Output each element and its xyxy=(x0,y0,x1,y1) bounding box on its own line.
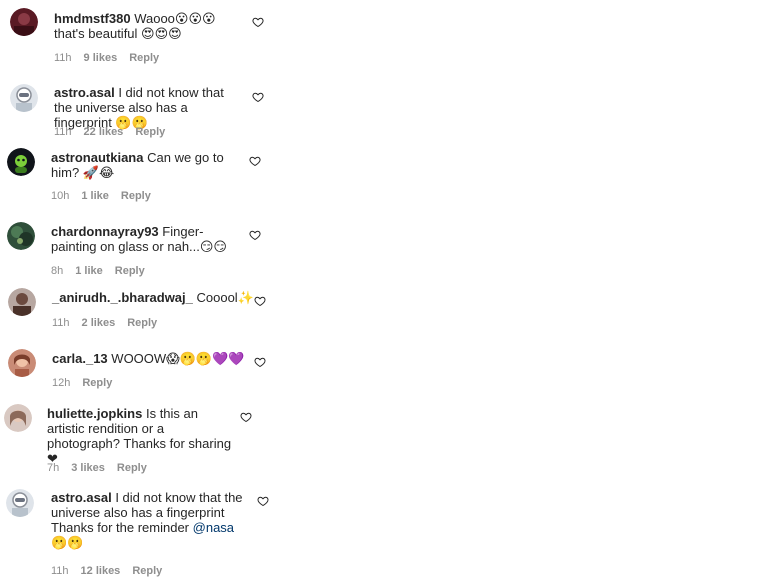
comment-body: huliette.jopkins Is this an artistic ren… xyxy=(47,406,232,466)
comment-text: WOOOW😱🫢🫢💜💜 xyxy=(111,351,245,366)
reply-button[interactable]: Reply xyxy=(117,462,147,475)
avatar[interactable] xyxy=(8,288,36,316)
comment-body: astro.asal I did not know that the unive… xyxy=(54,85,244,130)
avatar[interactable] xyxy=(6,489,34,517)
comment-likes[interactable]: 2 likes xyxy=(82,317,116,330)
heart-outline-icon[interactable] xyxy=(254,356,266,368)
reply-button[interactable]: Reply xyxy=(82,377,112,390)
comment-meta: 8h 1 like Reply xyxy=(51,265,145,278)
comment-likes[interactable]: 1 like xyxy=(81,190,109,203)
comment-body: carla._13 WOOOW😱🫢🫢💜💜 xyxy=(52,351,262,366)
comment-time: 10h xyxy=(51,190,70,202)
comment-meta: 11h 12 likes Reply xyxy=(51,565,162,578)
reply-button[interactable]: Reply xyxy=(132,565,162,578)
comment-meta: 11h 9 likes Reply xyxy=(54,52,159,65)
comment-username[interactable]: astronautkiana xyxy=(51,150,143,165)
comment-body: astro.asal I did not know that the unive… xyxy=(51,490,246,550)
comment-username[interactable]: astro.asal xyxy=(54,85,115,100)
avatar[interactable] xyxy=(8,349,36,377)
reply-button[interactable]: Reply xyxy=(121,190,151,203)
avatar[interactable] xyxy=(7,148,35,176)
comment-username[interactable]: huliette.jopkins xyxy=(47,406,142,421)
comment-time: 11h xyxy=(51,565,69,577)
comment-username[interactable]: chardonnayray93 xyxy=(51,224,159,239)
comment-likes[interactable]: 9 likes xyxy=(84,52,118,65)
comment-time: 12h xyxy=(52,377,71,389)
comment-likes[interactable]: 12 likes xyxy=(81,565,121,578)
heart-outline-icon[interactable] xyxy=(257,495,269,507)
reply-button[interactable]: Reply xyxy=(115,265,145,278)
reply-button[interactable]: Reply xyxy=(129,52,159,65)
comment-time: 11h xyxy=(52,317,70,329)
comment-username[interactable]: hmdmstf380 xyxy=(54,11,131,26)
comment-time: 8h xyxy=(51,265,64,277)
heart-outline-icon[interactable] xyxy=(240,411,252,423)
avatar[interactable] xyxy=(10,8,38,36)
comment-time: 11h xyxy=(54,52,72,64)
comment-meta: 7h 3 likes Reply xyxy=(47,462,147,475)
comment-body: chardonnayray93 Finger-painting on glass… xyxy=(51,224,246,254)
comment-time: 7h xyxy=(47,462,60,474)
heart-outline-icon[interactable] xyxy=(249,155,261,167)
mention-link[interactable]: @nasa xyxy=(193,520,234,535)
avatar[interactable] xyxy=(4,404,32,432)
comment-body: _anirudh._.bharadwaj_ Cooool✨ xyxy=(52,290,262,305)
comment-body: hmdmstf380 Waooo😮😮😮that's beautiful 😍😍😍 xyxy=(54,11,244,41)
comment-likes[interactable]: 22 likes xyxy=(84,126,124,139)
heart-outline-icon[interactable] xyxy=(254,295,266,307)
avatar[interactable] xyxy=(10,84,38,112)
comment-username[interactable]: astro.asal xyxy=(51,490,112,505)
reply-button[interactable]: Reply xyxy=(135,126,165,139)
avatar[interactable] xyxy=(7,222,35,250)
reply-button[interactable]: Reply xyxy=(127,317,157,330)
heart-outline-icon[interactable] xyxy=(252,16,264,28)
comment-text-end: 🫢🫢 xyxy=(51,535,84,550)
comment-username[interactable]: carla._13 xyxy=(52,351,108,366)
comment-username[interactable]: _anirudh._.bharadwaj_ xyxy=(52,290,193,305)
comment-likes[interactable]: 3 likes xyxy=(71,462,105,475)
heart-outline-icon[interactable] xyxy=(252,91,264,103)
comment-body: astronautkiana Can we go to him? 🚀😂 xyxy=(51,150,246,180)
comment-time: 11h xyxy=(54,126,72,138)
comment-meta: 11h 2 likes Reply xyxy=(52,317,157,330)
comment-likes[interactable]: 1 like xyxy=(75,265,103,278)
comment-text: Cooool✨ xyxy=(196,290,254,305)
comment-meta: 10h 1 like Reply xyxy=(51,190,151,203)
comment-meta: 11h 22 likes Reply xyxy=(54,126,165,139)
comment-meta: 12h Reply xyxy=(52,377,112,390)
heart-outline-icon[interactable] xyxy=(249,229,261,241)
